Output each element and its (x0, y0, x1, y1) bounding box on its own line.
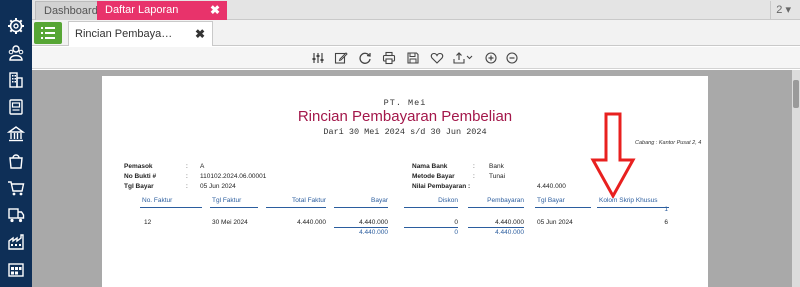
total-line (468, 227, 524, 228)
total-line (404, 227, 458, 228)
top-tab-strip: Dashboard Daftar Laporan ✖ 2 ▾ (32, 0, 800, 20)
info-label-nama-bank: Nama Bank (412, 163, 448, 170)
header-underline (266, 207, 326, 208)
truck-icon[interactable] (7, 206, 25, 224)
info-label-nilai-pembayaran: Nilai Pembayaran : (412, 183, 471, 190)
bank-icon[interactable] (7, 125, 25, 143)
info-value-metode-bayar: Tunai (489, 173, 506, 180)
cell-tgl-bayar: 05 Jun 2024 (537, 219, 573, 226)
scrollbar-thumb[interactable] (793, 80, 799, 108)
col-header-tgl-faktur: Tgl Faktur (212, 197, 242, 204)
cell-total-faktur: 4.440.000 (297, 219, 326, 226)
info-value-pemasok: A (200, 163, 205, 170)
document-list-icon[interactable] (7, 98, 25, 116)
info-sep: : (186, 173, 188, 180)
shopping-bag-icon[interactable] (7, 152, 25, 170)
col-header-no-faktur: No. Faktur (142, 197, 173, 204)
col-header-kolom-skrip: Kolom Skrip Khusus (599, 197, 658, 204)
edit-icon[interactable] (334, 51, 348, 65)
refresh-icon[interactable] (358, 51, 372, 65)
report-branch: Cabang : Kantor Pusat 2, 4 (635, 140, 702, 146)
col-header-pembayaran: Pembayaran (487, 197, 524, 204)
settings-sliders-icon[interactable] (311, 51, 325, 65)
total-pembayaran: 4.440.000 (495, 229, 524, 236)
info-value-tgl-bayar: 05 Jun 2024 (200, 183, 236, 190)
total-bayar: 4.440.000 (359, 229, 388, 236)
close-icon[interactable]: ✖ (195, 22, 205, 46)
info-label-no-bukti: No Bukti # (124, 173, 157, 180)
cell-kolom-skrip: 6 (664, 219, 668, 226)
total-diskon: 0 (454, 229, 458, 236)
building-icon[interactable] (7, 71, 25, 89)
close-icon[interactable]: ✖ (210, 1, 220, 19)
gear-icon[interactable] (7, 17, 25, 35)
subtab-label: Rincian Pembaya… (75, 28, 173, 40)
header-underline (597, 207, 669, 208)
export-icon[interactable] (452, 51, 474, 65)
info-sep: : (473, 173, 475, 180)
chevron-down-icon: ▾ (785, 4, 791, 16)
info-value-no-bukti: 110102.2024.06.00001 (200, 173, 267, 180)
info-sep: : (473, 163, 475, 170)
header-underline (140, 207, 202, 208)
col-header-bayar: Bayar (371, 197, 388, 204)
header-underline (210, 207, 258, 208)
header-underline (334, 207, 388, 208)
factory-icon[interactable] (7, 233, 25, 251)
tab-overflow-indicator[interactable]: 2 ▾ (770, 1, 796, 19)
menu-list-button[interactable] (34, 22, 62, 44)
tab-daftar-laporan[interactable]: Daftar Laporan ✖ (97, 1, 227, 20)
left-sidebar (0, 0, 32, 287)
warehouse-icon[interactable] (7, 260, 25, 278)
subtab-row: Rincian Pembaya… ✖ (32, 20, 800, 46)
tab-daftar-laporan-label: Daftar Laporan (105, 4, 179, 16)
favorite-heart-icon[interactable] (430, 51, 444, 65)
scroll-up-icon[interactable] (793, 72, 799, 84)
info-label-metode-bayar: Metode Bayar (412, 173, 455, 180)
info-label-tgl-bayar: Tgl Bayar (124, 183, 154, 190)
col-header-diskon: Diskon (438, 197, 458, 204)
header-underline (468, 207, 524, 208)
header-underline (535, 207, 591, 208)
cart-icon[interactable] (7, 179, 25, 197)
total-line (334, 227, 388, 228)
info-label-pemasok: Pemasok (124, 163, 153, 170)
header-underline (404, 207, 458, 208)
col-header-total-faktur: Total Faktur (292, 197, 326, 204)
zoom-out-icon[interactable] (505, 51, 519, 65)
save-icon[interactable] (406, 51, 420, 65)
col-header-tgl-bayar: Tgl Bayar (537, 197, 565, 204)
print-icon[interactable] (382, 51, 396, 65)
tab-rincian-pembayaran[interactable]: Rincian Pembaya… ✖ (68, 21, 213, 46)
tab-dashboard-label: Dashboard (44, 5, 98, 17)
cell-bayar: 4.440.000 (359, 219, 388, 226)
red-arrow-annotation (590, 112, 636, 198)
report-company: PT. Mei (383, 98, 427, 108)
cell-diskon: 0 (454, 219, 458, 226)
cell-tgl-faktur: 30 Mei 2024 (212, 219, 248, 226)
info-sep: : (186, 163, 188, 170)
people-icon[interactable] (7, 44, 25, 62)
page-indicator-value: 2 (776, 4, 783, 16)
zoom-in-icon[interactable] (484, 51, 498, 65)
cell-pembayaran: 4.440.000 (495, 219, 524, 226)
info-value-nama-bank: Bank (489, 163, 504, 170)
info-sep: : (186, 183, 188, 190)
tab-dashboard[interactable]: Dashboard (35, 1, 98, 20)
cell-no-faktur: 12 (144, 219, 152, 226)
info-value-nilai-pembayaran: 4.440.000 (537, 183, 566, 190)
list-icon (41, 27, 55, 39)
report-toolbar (32, 47, 800, 69)
